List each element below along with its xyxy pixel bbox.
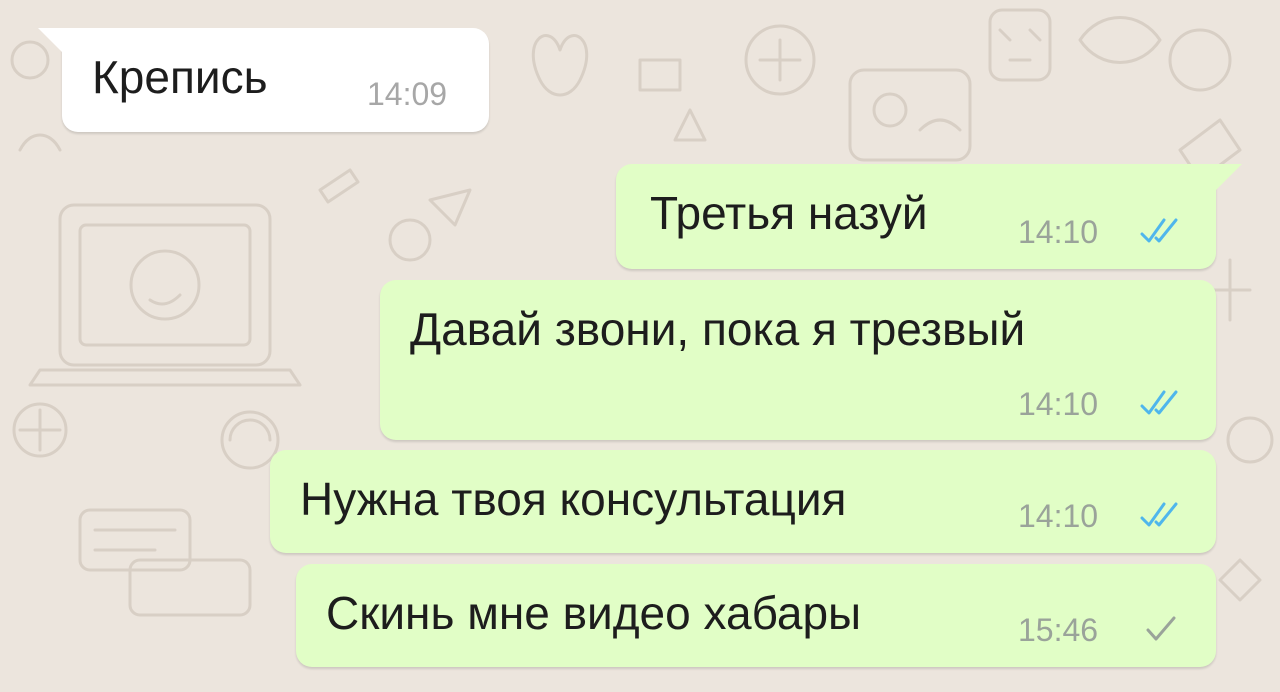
bubble-tail — [1216, 164, 1242, 190]
message-bubble-outgoing[interactable]: Третья назуй 14:10 — [616, 164, 1216, 269]
bubble-tail — [38, 28, 64, 54]
double-check-read-icon — [1140, 390, 1178, 415]
single-check-sent-icon — [1146, 616, 1176, 641]
message-time: 14:09 — [367, 76, 448, 112]
chat-messages: Крепись 14:09 Третья назуй 14:10 Давай з… — [0, 0, 1280, 692]
message-bubble-outgoing[interactable]: Нужна твоя консультация 14:10 — [270, 450, 1216, 553]
double-check-read-icon — [1140, 218, 1178, 243]
message-time: 14:10 — [1018, 214, 1099, 250]
message-text: Нужна твоя консультация — [300, 473, 847, 525]
message-time: 15:46 — [1018, 612, 1099, 648]
message-text: Скинь мне видео хабары — [326, 587, 862, 639]
message-time: 14:10 — [1018, 386, 1099, 422]
message-bubble-outgoing[interactable]: Скинь мне видео хабары 15:46 — [296, 564, 1216, 667]
message-text: Третья назуй — [650, 187, 928, 239]
message-time: 14:10 — [1018, 498, 1099, 534]
double-check-read-icon — [1140, 502, 1178, 527]
message-text: Крепись — [92, 51, 268, 103]
message-text: Давай звони, пока я трезвый — [410, 303, 1026, 355]
message-bubble-outgoing[interactable]: Давай звони, пока я трезвый 14:10 — [380, 280, 1216, 440]
message-bubble-incoming[interactable]: Крепись 14:09 — [62, 28, 489, 132]
